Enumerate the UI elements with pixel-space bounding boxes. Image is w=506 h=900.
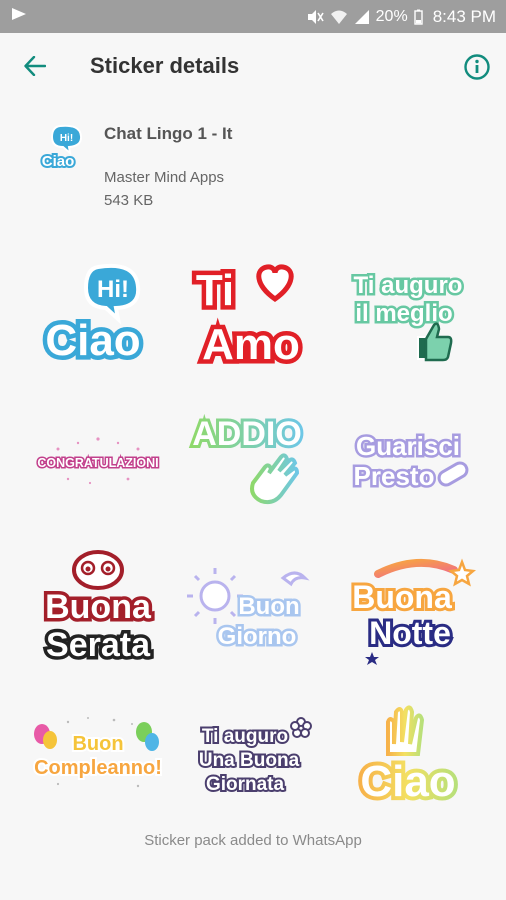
added-status-text: Sticker pack added to WhatsApp [144,832,362,849]
sticker-text: Giornata [206,774,285,795]
star-icon [365,652,379,665]
sticker-text: Amo [202,320,300,369]
sticker-ti-amo[interactable]: Ti Amo [178,248,328,378]
sticker-buon-giorno[interactable]: Buon Giorno [178,544,328,674]
sticker-ti-auguro-il-meglio[interactable]: Ti auguro il meglio [333,248,483,378]
sticker-text: Una Buona [199,750,300,771]
sticker-addio[interactable]: ADDIO [178,396,328,526]
sticker-text: Ciao [360,757,455,806]
sticker-text: Buon [238,593,299,620]
pack-name: Chat Lingo 1 - It [104,124,233,143]
sticker-text: Ciao [45,316,140,365]
pack-header: Hi! Ciao Chat Lingo 1 - It Master Mind A… [0,112,506,222]
battery-percent: 20% [375,7,408,25]
sticker-buona-notte[interactable]: Buona Notte [333,544,483,674]
mute-icon [306,9,324,25]
sticker-text: CONGRATULAZIONI [37,456,158,470]
status-right: 20% 8:43 PM [306,7,496,27]
pack-publisher: Master Mind Apps [104,169,225,186]
sun-icon [187,568,243,624]
pill-icon [437,461,469,487]
status-time: 8:43 PM [432,6,496,26]
sticker-buon-compleanno[interactable]: Buon Compleanno! [23,692,173,822]
sticker-buona-serata[interactable]: Buona Serata [23,544,173,674]
sticker-text: Ti auguro [354,272,463,299]
info-button[interactable] [462,52,492,82]
info-icon [462,54,492,86]
toolbar: Sticker details [0,33,506,101]
owl-icon [72,550,124,590]
sticker-text: Presto [354,461,435,491]
sticker-ciao-hand[interactable]: Ciao [333,692,483,822]
arrow-left-icon [24,55,47,81]
sticker-congratulazioni[interactable]: CONGRATULAZIONI [23,396,173,526]
status-bar: 20% 8:43 PM [0,0,506,33]
thumbs-up-icon [417,322,453,362]
pack-icon-text-top: Hi! [60,133,73,144]
sticker-text: Hi! [97,276,129,303]
sticker-text: Compleanno! [34,757,162,779]
sticker-ti-auguro-una-buona-giornata[interactable]: Ti auguro Una Buona Giornata [178,692,328,822]
page-title: Sticker details [90,53,240,78]
sticker-text: Giorno [218,623,297,650]
sticker-text: Guarisci [356,431,460,461]
signal-icon [354,9,370,25]
battery-icon [413,9,423,25]
sticker-text: Buon [72,733,123,755]
sticker-text: Notte [369,615,451,651]
sticker-text: Serata [46,626,151,664]
flower-icon [290,717,312,738]
sticker-text: Buona [352,579,452,615]
notification-icon [10,6,28,27]
pack-icon-text-bottom: Ciao [42,153,75,170]
sticker-guarisci-presto[interactable]: Guarisci Presto [333,396,483,526]
wifi-icon [330,9,348,25]
pack-size: 543 KB [104,192,154,209]
sticker-text: ADDIO [192,415,302,453]
sticker-text: Ti auguro [202,726,288,747]
waving-hand-icon [250,453,300,505]
pack-tray-icon: Hi! Ciao [36,122,88,174]
hand-icon [386,705,425,756]
sticker-text: il meglio [355,300,452,327]
back-button[interactable] [18,51,52,85]
sticker-text: Buona [45,588,152,626]
sticker-hi-ciao[interactable]: Hi! Ciao [23,248,173,378]
bird-icon [280,571,310,587]
sticker-text: Ti [196,266,234,315]
status-left [10,6,28,27]
